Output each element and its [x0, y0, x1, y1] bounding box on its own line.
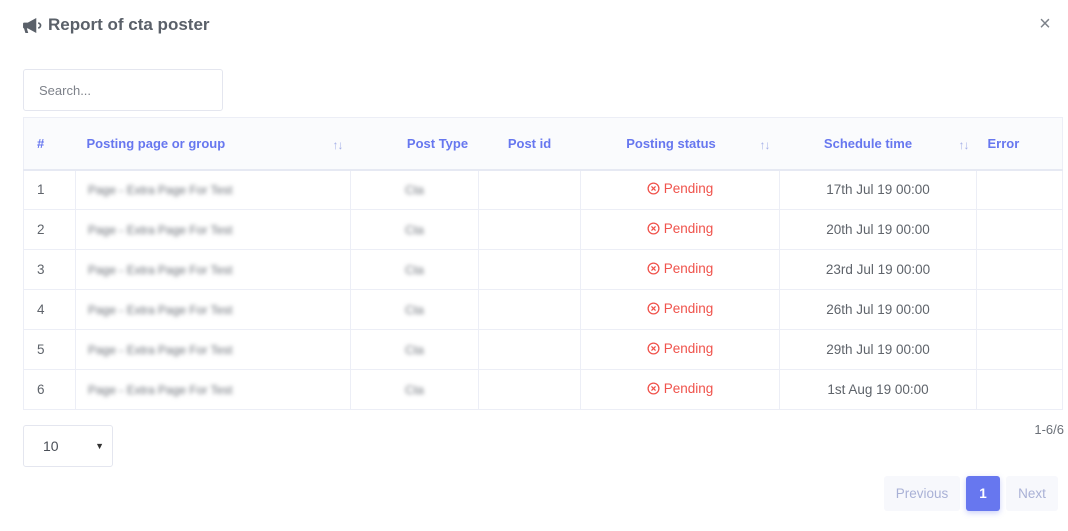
- status-badge: Pending: [647, 221, 713, 236]
- sort-icon[interactable]: ↑↓: [333, 138, 344, 152]
- status-badge: Pending: [647, 261, 713, 276]
- previous-page-button[interactable]: Previous: [884, 476, 960, 511]
- page-cell: Page - Extra Page For Test: [75, 329, 351, 370]
- sort-icon[interactable]: ↑↓: [760, 138, 771, 152]
- times-circle-icon: [647, 222, 660, 235]
- search-input[interactable]: [23, 69, 223, 111]
- error-cell: [976, 289, 1063, 330]
- page-cell: Page - Extra Page For Test: [75, 169, 351, 210]
- row-number: 4: [23, 289, 76, 330]
- column-header-error[interactable]: Error: [976, 117, 1063, 171]
- error-cell: [976, 329, 1063, 370]
- status-badge: Pending: [647, 381, 713, 396]
- error-cell: [976, 249, 1063, 290]
- table-row: 5 Page - Extra Page For Test Cta Pending…: [23, 329, 1063, 370]
- table-row: 6 Page - Extra Page For Test Cta Pending…: [23, 369, 1063, 410]
- times-circle-icon: [647, 382, 660, 395]
- error-cell: [976, 209, 1063, 250]
- schedule-cell: 29th Jul 19 00:00: [779, 329, 977, 370]
- schedule-cell: 20th Jul 19 00:00: [779, 209, 977, 250]
- post-type-cell: Cta: [350, 289, 479, 330]
- table-row: 2 Page - Extra Page For Test Cta Pending…: [23, 209, 1063, 250]
- row-number: 2: [23, 209, 76, 250]
- close-icon[interactable]: ×: [1036, 14, 1054, 34]
- page-cell: Page - Extra Page For Test: [75, 369, 351, 410]
- page-cell: Page - Extra Page For Test: [75, 289, 351, 330]
- post-type-cell: Cta: [350, 209, 479, 250]
- status-cell: Pending: [580, 329, 780, 370]
- times-circle-icon: [647, 182, 660, 195]
- error-cell: [976, 169, 1063, 210]
- column-header-post-type[interactable]: Post Type: [350, 117, 479, 171]
- row-number: 1: [23, 169, 76, 210]
- post-id-cell: [478, 289, 581, 330]
- page-cell: Page - Extra Page For Test: [75, 209, 351, 250]
- post-type-cell: Cta: [350, 169, 479, 210]
- times-circle-icon: [647, 262, 660, 275]
- bullhorn-icon: [23, 17, 42, 33]
- modal-header: Report of cta poster: [23, 13, 210, 37]
- per-page-value: 10: [43, 438, 59, 454]
- column-header-post-id[interactable]: Post id: [478, 117, 581, 171]
- post-type-cell: Cta: [350, 369, 479, 410]
- status-badge: Pending: [647, 181, 713, 196]
- page-cell: Page - Extra Page For Test: [75, 249, 351, 290]
- table-row: 4 Page - Extra Page For Test Cta Pending…: [23, 289, 1063, 330]
- pagination: Previous 1 Next: [884, 476, 1058, 511]
- schedule-cell: 1st Aug 19 00:00: [779, 369, 977, 410]
- schedule-cell: 17th Jul 19 00:00: [779, 169, 977, 210]
- modal-title: Report of cta poster: [48, 15, 210, 34]
- column-header-status[interactable]: Posting status ↑↓: [580, 117, 780, 171]
- status-cell: Pending: [580, 289, 780, 330]
- table-row: 1 Page - Extra Page For Test Cta Pending…: [23, 169, 1063, 210]
- schedule-cell: 26th Jul 19 00:00: [779, 289, 977, 330]
- row-number: 3: [23, 249, 76, 290]
- report-table: # Posting page or group ↑↓ Post Type Pos…: [23, 117, 1063, 410]
- column-header-number[interactable]: #: [23, 117, 76, 171]
- schedule-cell: 23rd Jul 19 00:00: [779, 249, 977, 290]
- times-circle-icon: [647, 342, 660, 355]
- post-id-cell: [478, 329, 581, 370]
- post-type-cell: Cta: [350, 249, 479, 290]
- per-page-select[interactable]: 10 ▼: [23, 425, 113, 467]
- row-number: 6: [23, 369, 76, 410]
- table-header-row: # Posting page or group ↑↓ Post Type Pos…: [23, 117, 1063, 171]
- post-type-cell: Cta: [350, 329, 479, 370]
- next-page-button[interactable]: Next: [1006, 476, 1058, 511]
- times-circle-icon: [647, 302, 660, 315]
- page-1-button[interactable]: 1: [966, 476, 1000, 511]
- error-cell: [976, 369, 1063, 410]
- post-id-cell: [478, 209, 581, 250]
- status-badge: Pending: [647, 341, 713, 356]
- status-cell: Pending: [580, 169, 780, 210]
- post-id-cell: [478, 169, 581, 210]
- post-id-cell: [478, 369, 581, 410]
- sort-icon[interactable]: ↑↓: [959, 138, 970, 152]
- caret-down-icon: ▼: [95, 441, 104, 451]
- table-row: 3 Page - Extra Page For Test Cta Pending…: [23, 249, 1063, 290]
- column-header-page[interactable]: Posting page or group ↑↓: [75, 117, 351, 171]
- status-cell: Pending: [580, 209, 780, 250]
- row-number: 5: [23, 329, 76, 370]
- status-cell: Pending: [580, 249, 780, 290]
- column-header-schedule[interactable]: Schedule time ↑↓: [779, 117, 977, 171]
- post-id-cell: [478, 249, 581, 290]
- status-cell: Pending: [580, 369, 780, 410]
- status-badge: Pending: [647, 301, 713, 316]
- pagination-range: 1-6/6: [1034, 422, 1064, 437]
